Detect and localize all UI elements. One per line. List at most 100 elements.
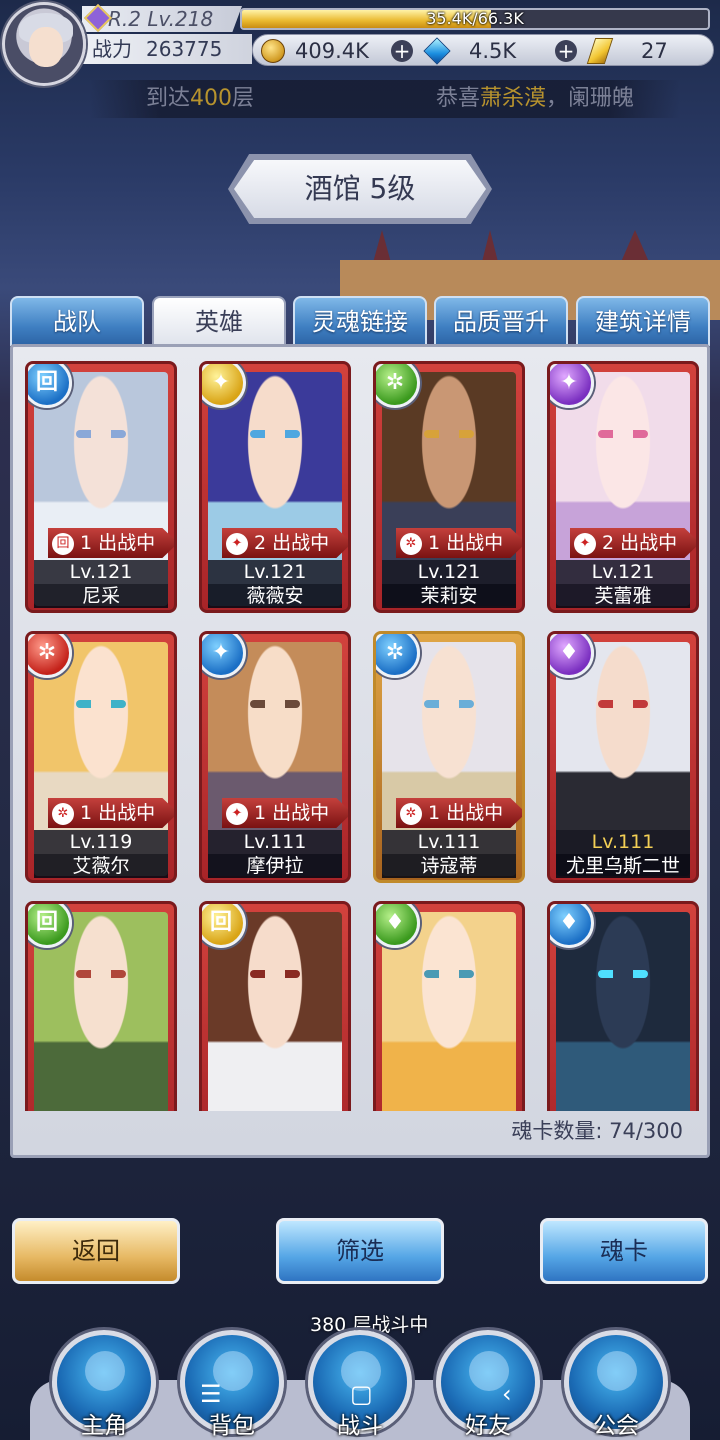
deployed-badge: ✦ 2 出战中 [222, 528, 348, 558]
marquee-right-prefix: 恭喜 [436, 86, 481, 111]
deployed-label: 出战中 [620, 532, 678, 554]
hero-icon [85, 1351, 125, 1391]
top-hud: R.2 Lv.218 35.4K/66.3K 战力 263775 409.4K +… [0, 0, 720, 86]
hero-card[interactable]: ✦ ✦ 1 出战中 Lv.111 摩伊拉 [199, 631, 351, 883]
deployed-badge: ✦ 2 出战中 [570, 528, 696, 558]
exp-text: 35.4K/66.3K [426, 9, 524, 28]
marquee-right-suffix: ，阑珊魄 [546, 86, 635, 111]
hero-grid[interactable]: 回回 1 出战中 Lv.121 尼采 ✦ ✦ 2 出战中 Lv.121 薇薇安 ✲ ✲ 1 出战中 Lv.12… [25, 359, 701, 1111]
deployed-badge: ✦ 1 出战中 [222, 798, 348, 828]
add-diamond-button[interactable]: + [555, 40, 577, 62]
hero-card[interactable]: 回 [199, 901, 351, 1111]
guild-crest-icon [597, 1351, 637, 1391]
system-back-icon[interactable]: ‹ [502, 1380, 512, 1408]
team-element-icon: ✦ [574, 532, 596, 555]
team-number: 1 [80, 802, 93, 824]
marquee-left-prefix: 到达 [146, 86, 191, 111]
hero-name: 薇薇安 [208, 584, 342, 608]
hero-card[interactable]: ✲ ✲ 1 出战中 Lv.121 茉莉安 [373, 361, 525, 613]
team-element-icon: ✲ [52, 802, 74, 825]
gold-amount: 409.4K [295, 39, 369, 63]
gold-coin-icon [261, 39, 285, 63]
marquee-left: 到达400层 [146, 80, 254, 118]
tab-quality-upgrade[interactable]: 品质晋升 [434, 296, 568, 346]
add-gold-button[interactable]: + [391, 40, 413, 62]
hero-level: Lv.121 [34, 560, 168, 584]
tab-bar: 战队 英雄 灵魂链接 品质晋升 建筑详情 [10, 296, 710, 346]
announcement-marquee: 到达400层 恭喜萧杀漠，阑珊魄 [90, 80, 680, 118]
deployed-label: 出战中 [272, 532, 330, 554]
hero-level: Lv.111 [556, 830, 690, 854]
hero-level: Lv.121 [556, 560, 690, 584]
team-element-icon: 回 [52, 532, 74, 555]
deployed-label: 出战中 [446, 802, 504, 824]
marquee-left-highlight: 400 [190, 86, 233, 111]
team-element-icon: ✦ [226, 802, 248, 825]
exp-bar: 35.4K/66.3K [240, 8, 710, 30]
hero-name: 尼采 [34, 584, 168, 608]
tab-team[interactable]: 战队 [10, 296, 144, 346]
hero-name: 尤里乌斯二世 [556, 854, 690, 878]
hero-level: Lv.119 [34, 830, 168, 854]
hero-level: Lv.121 [208, 560, 342, 584]
marquee-right: 恭喜萧杀漠，阑珊魄 [436, 80, 634, 118]
player-avatar[interactable] [2, 2, 86, 86]
hero-card[interactable]: ✦ ✦ 2 出战中 Lv.121 芙蕾雅 [547, 361, 699, 613]
marquee-left-suffix: 层 [232, 86, 255, 111]
hero-name: 艾薇尔 [34, 854, 168, 878]
system-menu-icon[interactable]: ☰ [200, 1380, 222, 1408]
team-number: 1 [254, 802, 267, 824]
crystal-icon [586, 38, 614, 64]
crystal-amount: 27 [641, 39, 668, 63]
hero-level: Lv.111 [208, 830, 342, 854]
deployed-label: 出战中 [98, 532, 156, 554]
avatar-face [29, 27, 63, 67]
hero-level: Lv.111 [382, 830, 516, 854]
hero-card[interactable]: 回 [25, 901, 177, 1111]
diamond-amount: 4.5K [469, 39, 517, 63]
hero-name: 茉莉安 [382, 584, 516, 608]
nav-hero-label: 主角 [81, 1413, 127, 1439]
power-value: 263775 [146, 37, 223, 61]
hero-card[interactable]: ✲ ✲ 1 出战中 Lv.119 艾薇尔 [25, 631, 177, 883]
marquee-right-highlight: 萧杀漠 [480, 86, 547, 111]
deployed-badge: ✲ 1 出战中 [48, 798, 174, 828]
team-element-icon: ✦ [226, 532, 248, 555]
deployed-label: 出战中 [98, 802, 156, 824]
page-title: 酒馆 5级 [234, 160, 486, 218]
tab-heroes[interactable]: 英雄 [152, 296, 286, 346]
deployed-label: 出战中 [272, 802, 330, 824]
tab-soul-link[interactable]: 灵魂链接 [293, 296, 427, 346]
hero-card[interactable]: ♦ [373, 901, 525, 1111]
hero-card[interactable]: 回回 1 出战中 Lv.121 尼采 [25, 361, 177, 613]
filter-button[interactable]: 筛选 [276, 1218, 444, 1284]
card-count: 魂卡数量: 74/300 [511, 1119, 683, 1143]
back-button[interactable]: 返回 [12, 1218, 180, 1284]
power-label: 战力 [92, 37, 132, 61]
hero-card[interactable]: ♦ [547, 901, 699, 1111]
team-element-icon: ✲ [400, 802, 422, 825]
team-number: 1 [80, 532, 93, 554]
team-number: 2 [254, 532, 267, 554]
hero-card[interactable]: ♦ Lv.111 尤里乌斯二世 [547, 631, 699, 883]
hero-name: 摩伊拉 [208, 854, 342, 878]
hero-name: 芙蕾雅 [556, 584, 690, 608]
hero-card[interactable]: ✲ ✲ 1 出战中 Lv.111 诗寇蒂 [373, 631, 525, 883]
hero-level: Lv.121 [382, 560, 516, 584]
diamond-icon [423, 37, 451, 65]
nav-bag-label: 背包 [209, 1413, 255, 1439]
hero-panel: 回回 1 出战中 Lv.121 尼采 ✦ ✦ 2 出战中 Lv.121 薇薇安 ✲ ✲ 1 出战中 Lv.12… [10, 344, 710, 1158]
deployed-badge: ✲ 1 出战中 [396, 798, 522, 828]
power-row: 战力 263775 [82, 34, 252, 64]
hero-name: 诗寇蒂 [382, 854, 516, 878]
team-number: 1 [428, 802, 441, 824]
team-element-icon: ✲ [400, 532, 422, 555]
resource-strip: 409.4K + 4.5K + 27 [252, 34, 714, 66]
tab-building-details[interactable]: 建筑详情 [576, 296, 710, 346]
hero-card[interactable]: ✦ ✦ 2 出战中 Lv.121 薇薇安 [199, 361, 351, 613]
system-home-icon[interactable]: ▢ [350, 1380, 373, 1408]
nav-guild-label: 公会 [593, 1413, 639, 1439]
soul-card-button[interactable]: 魂卡 [540, 1218, 708, 1284]
deployed-badge: 回 1 出战中 [48, 528, 174, 558]
team-number: 2 [602, 532, 615, 554]
